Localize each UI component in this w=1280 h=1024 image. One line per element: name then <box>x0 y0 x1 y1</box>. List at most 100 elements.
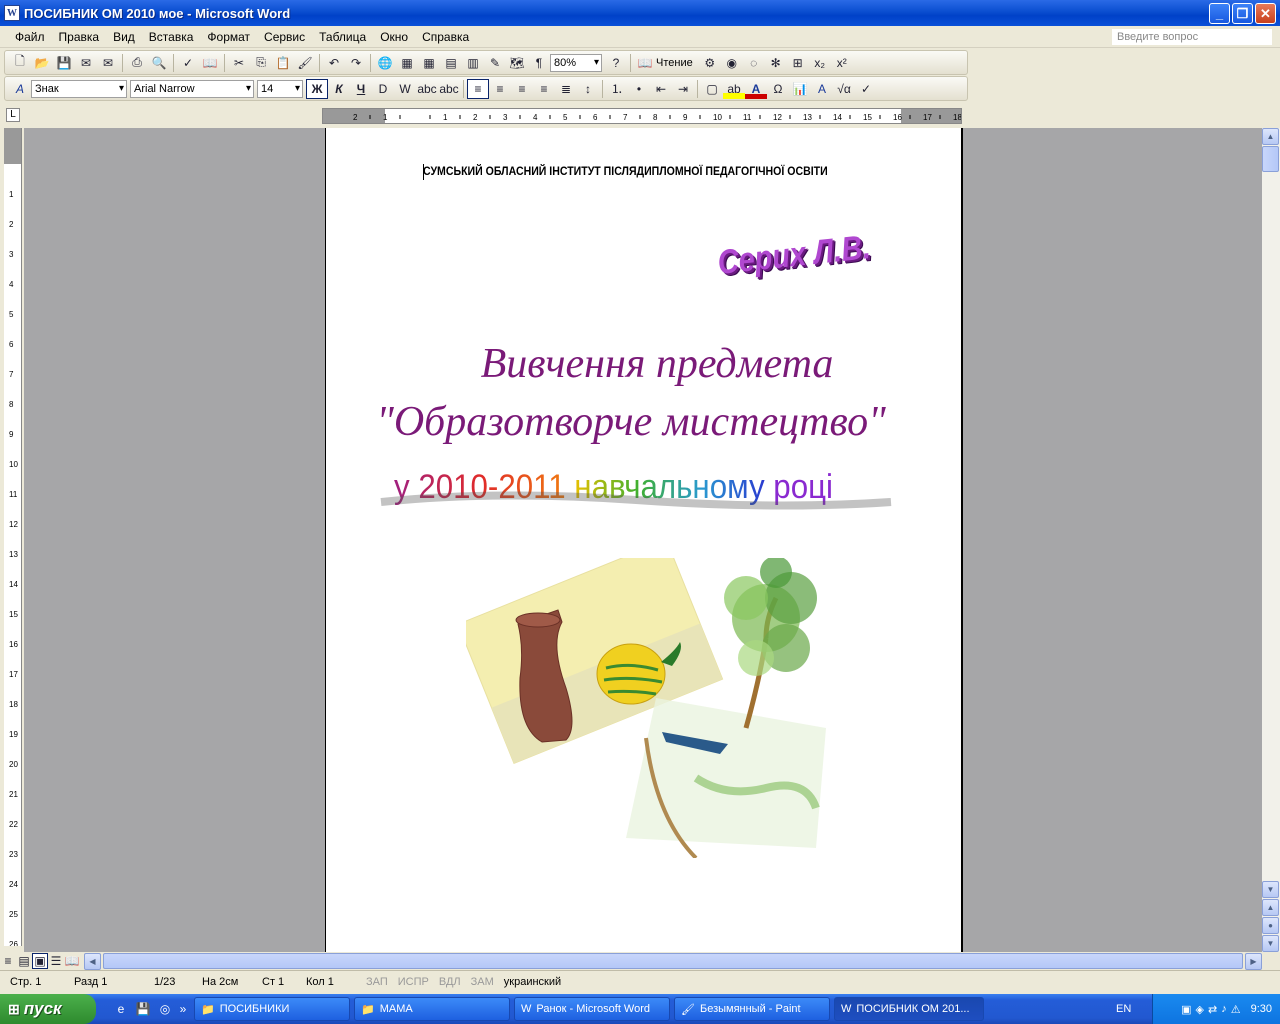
scroll-down-button[interactable]: ▼ <box>1262 881 1279 898</box>
clock[interactable]: 9:30 <box>1251 1003 1272 1015</box>
task-paint[interactable]: 🖌 Безымянный - Paint <box>674 997 830 1021</box>
prev-page-button[interactable]: ▲ <box>1262 899 1279 916</box>
tray-app-icon[interactable]: ▣ <box>1181 1003 1191 1016</box>
chart-icon[interactable]: 📊 <box>789 79 811 99</box>
status-language[interactable]: украинский <box>504 976 561 988</box>
insert-table-icon[interactable]: ▦ <box>418 53 440 73</box>
menu-tools[interactable]: Сервис <box>257 30 312 44</box>
superscript-icon[interactable]: x² <box>831 53 853 73</box>
font-color-icon[interactable]: A <box>745 78 767 99</box>
scroll-up-button[interactable]: ▲ <box>1262 128 1279 145</box>
bullets-icon[interactable]: • <box>628 79 650 99</box>
title-bar[interactable]: W ПОСИБНИК ОМ 2010 мое - Microsoft Word … <box>0 0 1280 26</box>
line-spacing-icon[interactable]: ↕ <box>577 79 599 99</box>
shape-icon[interactable]: ◌ <box>743 53 765 73</box>
reading-view-icon[interactable]: 📖 <box>64 951 80 971</box>
gear-icon[interactable]: ✻ <box>765 53 787 73</box>
tray-shield-icon[interactable]: ◈ <box>1196 1003 1204 1016</box>
highlight-icon[interactable]: ab <box>723 78 745 99</box>
drawing-icon[interactable]: ✎ <box>484 53 506 73</box>
cut-icon[interactable]: ✂ <box>228 53 250 73</box>
spelling-icon[interactable]: ✓ <box>177 53 199 73</box>
subscript-icon[interactable]: x₂ <box>809 53 831 73</box>
status-track[interactable]: ИСПР <box>398 976 429 988</box>
menu-file[interactable]: Файл <box>8 30 52 44</box>
next-page-button[interactable]: ▼ <box>1262 935 1279 952</box>
task-mama[interactable]: 📁 МАМА <box>354 997 510 1021</box>
vertical-ruler[interactable]: 1 2 3 4 5 6 7 8 9 10 11 12 13 14 15 16 17 18 19 20 21 22 23 24 2… <box>4 128 22 946</box>
styles-icon[interactable]: A <box>9 79 31 99</box>
horizontal-ruler[interactable]: 2 1 1 2 3 4 5 6 7 8 9 10 11 12 13 14 15 16 17 18 <box>322 108 962 124</box>
menu-table[interactable]: Таблица <box>312 30 373 44</box>
scroll-left-button[interactable]: ◀ <box>84 952 101 970</box>
task-posibnyk-word[interactable]: W ПОСИБНИК ОМ 201... <box>834 997 984 1021</box>
save-icon[interactable]: 💾 <box>53 53 75 73</box>
new-document-icon[interactable]: 🗋 <box>9 53 31 73</box>
italic-button[interactable]: К <box>328 79 350 99</box>
redo-icon[interactable]: ↷ <box>345 53 367 73</box>
minimize-button[interactable]: _ <box>1209 3 1230 24</box>
document-page[interactable]: СУМСЬКИЙ ОБЛАСНИЙ ІНСТИТУТ ПІСЛЯДИПЛОМНО… <box>325 128 963 952</box>
task-posibnyky[interactable]: 📁 ПОСИБНИКИ <box>194 997 350 1021</box>
web-view-icon[interactable]: ▤ <box>16 951 32 971</box>
excel-icon[interactable]: ▤ <box>440 53 462 73</box>
print-icon[interactable]: ⎙ <box>126 53 148 73</box>
close-button[interactable]: ✕ <box>1255 3 1276 24</box>
permission-icon[interactable]: ✉ <box>75 53 97 73</box>
tray-network-icon[interactable]: ⇄ <box>1208 1003 1217 1016</box>
read-icon[interactable]: 📖 <box>634 53 656 73</box>
more-quicklaunch-icon[interactable]: » <box>176 999 190 1019</box>
show-hide-icon[interactable]: ¶ <box>528 53 550 73</box>
language-indicator[interactable]: EN <box>1116 1003 1131 1015</box>
font-size-select[interactable]: 14 <box>257 79 303 98</box>
status-overtype[interactable]: ЗАМ <box>471 976 494 988</box>
start-button[interactable]: ⊞ пуск <box>0 994 96 1024</box>
clipart-icon[interactable]: ⚙ <box>699 53 721 73</box>
horizontal-scroll-thumb[interactable] <box>103 953 1243 969</box>
align-center-icon[interactable]: ≡ <box>489 79 511 99</box>
align-left-icon[interactable]: ≡ <box>467 78 489 99</box>
circle-icon[interactable]: ◉ <box>721 53 743 73</box>
copy-icon[interactable]: ⎘ <box>250 53 272 73</box>
document-map-icon[interactable]: 🗺 <box>506 53 528 73</box>
read-button-label[interactable]: Чтение <box>656 57 693 69</box>
distributed-icon[interactable]: ≣ <box>555 79 577 99</box>
help-icon[interactable]: ? <box>605 53 627 73</box>
align-right-icon[interactable]: ≡ <box>511 79 533 99</box>
columns-icon[interactable]: ▥ <box>462 53 484 73</box>
menu-help[interactable]: Справка <box>415 30 476 44</box>
menu-insert[interactable]: Вставка <box>142 30 201 44</box>
increase-indent-icon[interactable]: ⇥ <box>672 79 694 99</box>
borders-icon[interactable]: ▢ <box>701 79 723 99</box>
spelling-check-icon[interactable]: ✓ <box>855 79 877 99</box>
ie-icon[interactable]: e <box>110 999 132 1019</box>
save-quick-icon[interactable]: 💾 <box>132 999 154 1019</box>
scroll-right-button[interactable]: ▶ <box>1245 952 1262 970</box>
print-layout-icon[interactable]: ▣ <box>32 953 48 969</box>
font-select[interactable]: Arial Narrow <box>130 79 254 98</box>
status-record[interactable]: ЗАП <box>366 976 388 988</box>
help-question-input[interactable]: Введите вопрос <box>1112 29 1272 45</box>
numbering-icon[interactable]: ⒈ <box>606 79 628 99</box>
status-extend[interactable]: ВДЛ <box>439 976 461 988</box>
maximize-button[interactable]: ❐ <box>1232 3 1253 24</box>
org-chart-icon[interactable]: ⊞ <box>787 53 809 73</box>
undo-icon[interactable]: ↶ <box>323 53 345 73</box>
decrease-indent-icon[interactable]: ⇤ <box>650 79 672 99</box>
research-icon[interactable]: 📖 <box>199 53 221 73</box>
menu-format[interactable]: Формат <box>200 30 257 44</box>
strikethrough-icon[interactable]: abc <box>416 79 438 99</box>
menu-edit[interactable]: Правка <box>52 30 107 44</box>
app-quick-icon[interactable]: ◎ <box>154 999 176 1019</box>
menu-window[interactable]: Окно <box>373 30 415 44</box>
tray-warning-icon[interactable]: ⚠ <box>1231 1003 1241 1016</box>
paste-icon[interactable]: 📋 <box>272 53 294 73</box>
justify-icon[interactable]: ≡ <box>533 79 555 99</box>
open-folder-icon[interactable]: 📂 <box>31 53 53 73</box>
word-underline-icon[interactable]: W <box>394 79 416 99</box>
double-underline-icon[interactable]: D <box>372 79 394 99</box>
tray-volume-icon[interactable]: ♪ <box>1221 1003 1227 1015</box>
task-ranok-word[interactable]: W Ранок - Microsoft Word <box>514 997 670 1021</box>
style-select[interactable]: Знак <box>31 79 127 98</box>
zoom-select[interactable]: 80% <box>550 53 602 72</box>
